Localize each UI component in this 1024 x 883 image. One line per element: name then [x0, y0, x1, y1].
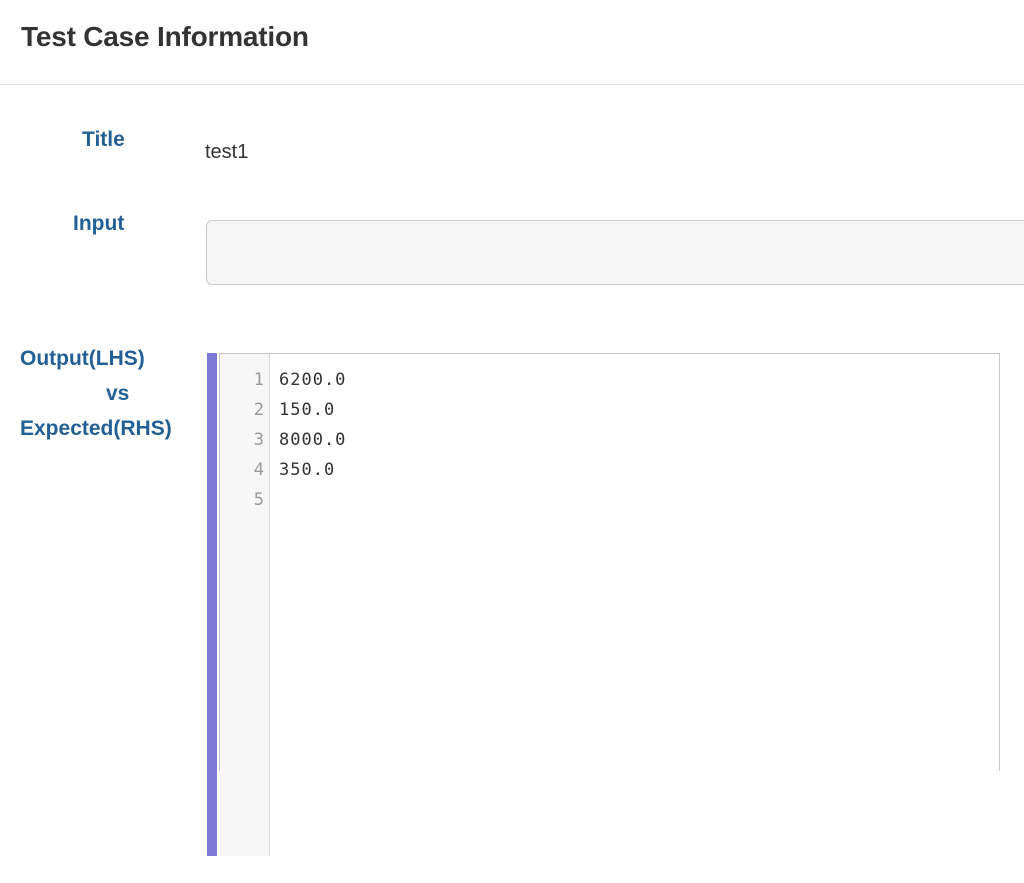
editor-accent-bar — [207, 353, 217, 856]
title-label: Title — [82, 128, 125, 151]
vs-label-line: vs — [106, 382, 130, 405]
code-line[interactable]: 350.0 — [279, 455, 346, 485]
code-lines[interactable]: 6200.0 150.0 8000.0 350.0 — [279, 365, 346, 515]
line-number: 4 — [253, 460, 264, 480]
expected-label-line: Expected(RHS) — [20, 417, 172, 440]
code-line[interactable]: 8000.0 — [279, 425, 346, 455]
output-vs-expected-label: Output(LHS) vs Expected(RHS) — [20, 341, 190, 446]
line-number: 2 — [253, 400, 264, 420]
output-label-line: Output(LHS) — [20, 347, 145, 370]
code-line[interactable] — [279, 485, 346, 515]
line-number: 3 — [253, 430, 264, 450]
page-header: Test Case Information — [0, 0, 1024, 85]
line-number: 1 — [253, 370, 264, 390]
page-title: Test Case Information — [21, 21, 309, 52]
diff-editor[interactable]: 1 2 3 4 5 6200.0 150.0 8000.0 350.0 — [207, 353, 1000, 856]
code-line[interactable]: 6200.0 — [279, 365, 346, 395]
title-value: test1 — [205, 141, 249, 163]
line-numbers: 1 2 3 4 5 — [219, 365, 264, 515]
input-field[interactable] — [206, 220, 1024, 285]
line-number: 5 — [253, 490, 264, 510]
code-line[interactable]: 150.0 — [279, 395, 346, 425]
input-label: Input — [73, 212, 125, 235]
